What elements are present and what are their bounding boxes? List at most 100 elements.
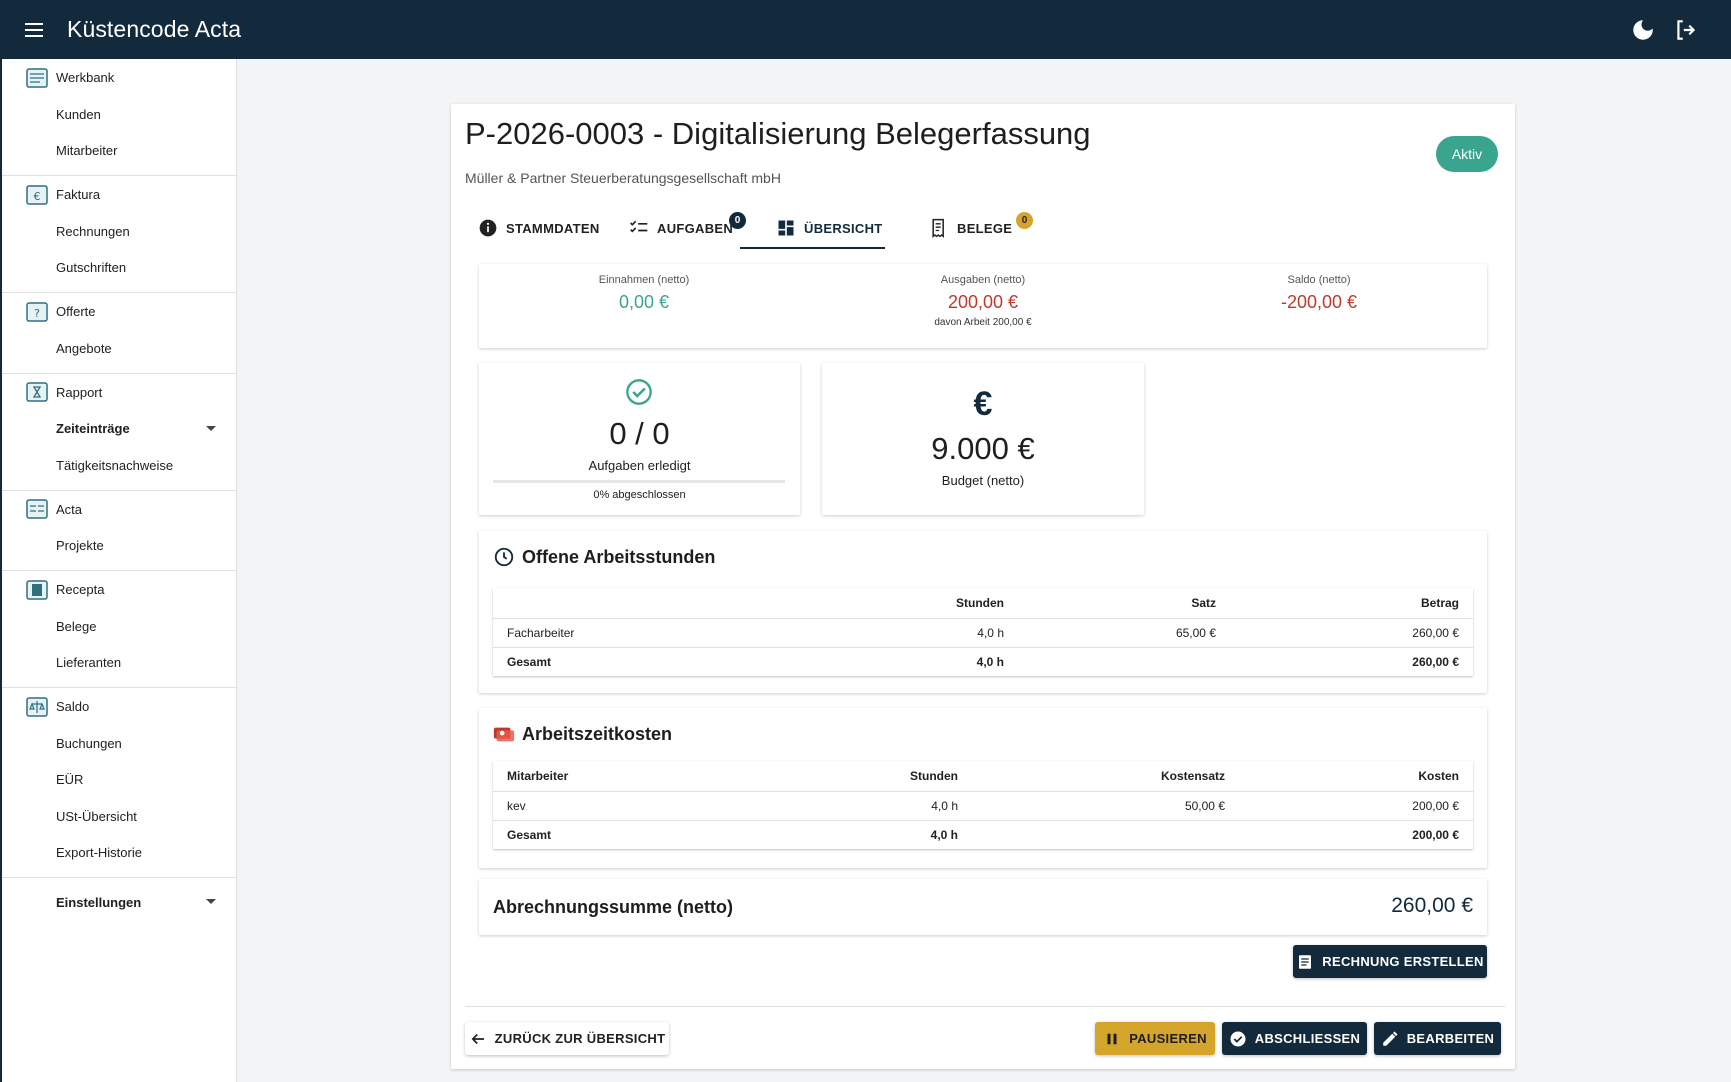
pencil-icon — [1382, 1031, 1398, 1046]
sidebar-group-settings: Einstellungen — [2, 878, 236, 927]
dark-mode-icon[interactable] — [1630, 17, 1656, 43]
sidebar-group-header[interactable]: € Faktura — [2, 176, 236, 213]
sidebar-item-rechnungen[interactable]: Rechnungen — [2, 213, 236, 250]
sidebar-item-kunden[interactable]: Kunden — [2, 96, 236, 133]
pause-button[interactable]: PAUSIEREN — [1095, 1022, 1215, 1055]
budget-stat-card: € 9.000 € Budget (netto) — [822, 363, 1144, 515]
sidebar-item-zeiteintraege[interactable]: Zeiteinträge — [2, 411, 236, 448]
sidebar-item-gutschriften[interactable]: Gutschriften — [2, 250, 236, 287]
project-icon — [26, 499, 48, 519]
balance-icon — [26, 696, 48, 717]
create-invoice-button[interactable]: RECHNUNG ERSTELLEN — [1293, 945, 1487, 978]
table-cell: kev — [493, 791, 743, 821]
tab-aufgaben[interactable]: AUFGABEN — [629, 202, 733, 254]
status-badge: Aktiv — [1436, 136, 1498, 172]
budget-label: Budget (netto) — [941, 473, 1025, 488]
table-cell: 260,00 € — [1230, 618, 1473, 648]
menu-icon[interactable] — [22, 18, 46, 42]
column-header: Kostensatz — [972, 761, 1239, 792]
sidebar-group-header[interactable]: Rapport — [2, 374, 236, 411]
back-to-overview-button[interactable]: ZURÜCK ZUR ÜBERSICHT — [465, 1022, 669, 1055]
document-icon — [1299, 954, 1312, 969]
receipt-icon — [26, 579, 48, 600]
sidebar-item-taetigkeitsnachweise[interactable]: Tätigkeitsnachweise — [2, 447, 236, 484]
divider — [465, 1006, 1505, 1007]
column-header: Mitarbeiter — [493, 761, 743, 792]
dashboard-icon — [778, 220, 794, 236]
table-cell: Facharbeiter — [493, 618, 743, 648]
expense-note: davon Arbeit 200,00 € — [934, 317, 1032, 328]
complete-button[interactable]: ABSCHLIESSEN — [1222, 1022, 1367, 1055]
open-hours-table: Stunden Satz Betrag Facharbeiter 4,0 h 6… — [493, 588, 1473, 676]
tab-belege[interactable]: BELEGE — [929, 202, 1012, 254]
sidebar-group-recepta: Recepta Belege Lieferanten — [2, 571, 236, 688]
sidebar-group-header[interactable]: ? Offerte — [2, 293, 236, 330]
table-cell: 4,0 h — [930, 827, 958, 842]
sidebar-item-lieferanten[interactable]: Lieferanten — [2, 645, 236, 682]
edit-button[interactable]: BEARBEITEN — [1374, 1022, 1501, 1055]
table-cell: 200,00 € — [1239, 791, 1473, 821]
income-value: 0,00 € — [618, 292, 670, 312]
svg-text:€: € — [34, 190, 41, 203]
sidebar-item-angebote[interactable]: Angebote — [2, 330, 236, 367]
sidebar-item-ust-uebersicht[interactable]: USt-Übersicht — [2, 798, 236, 835]
checklist-icon — [630, 220, 648, 233]
chevron-down-icon[interactable] — [206, 425, 216, 431]
check-circle-icon — [1230, 1031, 1246, 1046]
sidebar-item-export-historie[interactable]: Export-Historie — [2, 835, 236, 872]
sidebar-item-mitarbeiter[interactable]: Mitarbeiter — [2, 133, 236, 170]
check-circle-icon — [626, 379, 652, 405]
tab-stammdaten[interactable]: STAMMDATEN — [478, 202, 600, 254]
offer-icon: ? — [26, 301, 48, 322]
info-icon — [479, 219, 497, 237]
sidebar-item-einstellungen[interactable]: Einstellungen — [2, 884, 236, 921]
expense-block: Ausgaben (netto) 200,00 € davon Arbeit 2… — [818, 274, 1148, 328]
tasks-label: Aufgaben erledigt — [588, 458, 691, 473]
page-title: P-2026-0003 - Digitalisierung Belegerfas… — [465, 116, 1091, 151]
table-cell — [1018, 647, 1230, 676]
report-icon — [26, 382, 48, 402]
sidebar-group-offerte: ? Offerte Angebote — [2, 293, 236, 374]
logout-icon[interactable] — [1673, 17, 1699, 43]
balance-value: -200,00 € — [1280, 292, 1358, 312]
sidebar-group-header[interactable]: Recepta — [2, 571, 236, 608]
tasks-stat-card: 0 / 0 Aufgaben erledigt 0% abgeschlossen — [479, 363, 800, 515]
sidebar-group-header[interactable]: Saldo — [2, 688, 236, 725]
table-cell — [972, 820, 1239, 849]
table-header-row: Stunden Satz Betrag — [493, 588, 1473, 619]
sidebar-group-acta: Acta Projekte — [2, 491, 236, 571]
open-hours-panel: Offene Arbeitsstunden Stunden Satz Betra… — [479, 531, 1487, 693]
sidebar-group-header[interactable]: Acta — [2, 491, 236, 528]
svg-text:?: ? — [34, 307, 40, 320]
sidebar-group-werkbank: Werkbank Kunden Mitarbeiter — [2, 59, 236, 176]
receipt-icon — [932, 218, 944, 238]
money-icon — [493, 727, 515, 742]
sidebar-item-belege[interactable]: Belege — [2, 608, 236, 645]
income-label: Einnahmen (netto) — [598, 274, 690, 286]
tasks-progress-text: 0% abgeschlossen — [593, 489, 686, 501]
tasks-count-badge: 0 — [729, 212, 746, 229]
column-header: Stunden — [743, 761, 972, 792]
receipts-count-badge: 0 — [1016, 212, 1033, 229]
sidebar-group-rapport: Rapport Zeiteinträge Tätigkeitsnachweise — [2, 374, 236, 491]
billing-sum-label: Abrechnungssumme (netto) — [493, 897, 734, 917]
chevron-down-icon[interactable] — [206, 899, 216, 904]
sidebar: Werkbank Kunden Mitarbeiter € Faktura Re… — [0, 59, 237, 1082]
table-total-row: Gesamt 4,0 h 260,00 € — [493, 647, 1473, 676]
expense-value: 200,00 € — [947, 292, 1019, 312]
table-row: Facharbeiter 4,0 h 65,00 € 260,00 € — [493, 618, 1473, 648]
table-cell: 50,00 € — [972, 791, 1239, 821]
sidebar-group-header[interactable]: Werkbank — [2, 59, 236, 96]
workbench-icon — [26, 67, 48, 88]
sidebar-group-faktura: € Faktura Rechnungen Gutschriften — [2, 176, 236, 293]
sidebar-item-eur[interactable]: EÜR — [2, 762, 236, 799]
euro-icon: € — [973, 385, 993, 423]
sidebar-item-buchungen[interactable]: Buchungen — [2, 725, 236, 762]
income-block: Einnahmen (netto) 0,00 € — [479, 274, 809, 313]
pause-icon — [1107, 1033, 1117, 1044]
tab-bar: STAMMDATEN AUFGABEN 0 ÜBERSICHT BELEGE 0 — [465, 202, 1505, 254]
tasks-progress-bar — [493, 480, 785, 483]
sidebar-item-projekte[interactable]: Projekte — [2, 528, 236, 565]
client-name: Müller & Partner Steuerberatungsgesellsc… — [465, 170, 781, 186]
expense-label: Ausgaben (netto) — [940, 274, 1026, 286]
